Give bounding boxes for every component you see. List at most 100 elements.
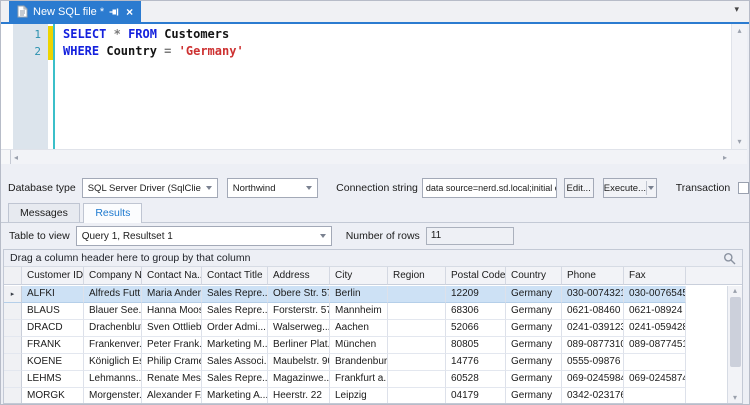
column-header-country[interactable]: Country — [506, 267, 562, 285]
selected-row-indicator[interactable]: ▸ — [4, 286, 22, 303]
group-by-band[interactable]: Drag a column header here to group by th… — [4, 250, 742, 267]
cell[interactable] — [388, 320, 446, 337]
transaction-checkbox[interactable] — [738, 182, 749, 194]
cell[interactable]: Peter Frank... — [142, 337, 202, 354]
cell[interactable]: 80805 — [446, 337, 506, 354]
cell[interactable]: 030-0074321 — [562, 286, 624, 303]
row-indicator[interactable] — [4, 337, 22, 354]
cell[interactable]: Sales Repre... — [202, 303, 268, 320]
scroll-down-icon[interactable]: ▾ — [733, 393, 737, 403]
cell[interactable]: 069-0245984 — [562, 371, 624, 388]
row-indicator[interactable] — [4, 371, 22, 388]
cell[interactable]: Germany — [506, 388, 562, 403]
cell[interactable]: Germany — [506, 371, 562, 388]
cell[interactable]: 60528 — [446, 371, 506, 388]
scroll-right-icon[interactable]: ▸ — [720, 153, 730, 162]
cell[interactable]: Walserweg... — [268, 320, 330, 337]
column-header-contact-title[interactable]: Contact Title — [202, 267, 268, 285]
code-line[interactable]: SELECT * FROM Customers — [63, 26, 725, 43]
column-header-region[interactable]: Region — [388, 267, 446, 285]
column-header-city[interactable]: City — [330, 267, 388, 285]
cell[interactable]: 0241-039123 — [562, 320, 624, 337]
database-name-combo[interactable]: Northwind — [226, 178, 319, 198]
cell[interactable]: Germany — [506, 320, 562, 337]
cell[interactable]: Morgenster... — [84, 388, 142, 403]
cell[interactable]: 089-0877310 — [562, 337, 624, 354]
database-driver-combo[interactable]: SQL Server Driver (SqlClient) — [81, 178, 218, 198]
cell[interactable]: Maubelstr. 90 — [268, 354, 330, 371]
cell[interactable]: Alexander F... — [142, 388, 202, 403]
cell[interactable]: Königlich Es... — [84, 354, 142, 371]
cell[interactable] — [388, 388, 446, 403]
column-header-customer-id[interactable]: Customer ID — [22, 267, 84, 285]
cell[interactable]: Renate Mes... — [142, 371, 202, 388]
cell[interactable]: Alfreds Futt... — [84, 286, 142, 303]
close-tab-icon[interactable]: × — [126, 6, 133, 18]
cell[interactable]: Frankenver... — [84, 337, 142, 354]
table-row[interactable]: FRANK Frankenver... Peter Frank... Marketin… — [4, 337, 727, 354]
cell[interactable]: Germany — [506, 303, 562, 320]
cell[interactable]: 0621-08460 — [562, 303, 624, 320]
cell[interactable]: Aachen — [330, 320, 388, 337]
scroll-down-icon[interactable]: ▾ — [737, 137, 741, 147]
cell[interactable]: Lehmanns... — [84, 371, 142, 388]
cell[interactable]: Sven Ottlieb — [142, 320, 202, 337]
scroll-up-icon[interactable]: ▴ — [737, 26, 741, 36]
cell[interactable]: MORGK — [22, 388, 84, 403]
table-row[interactable]: LEHMSLehmanns...Renate Mes...Sales Repre… — [4, 371, 727, 388]
column-header-contact-na[interactable]: Contact Na... — [142, 267, 202, 285]
cell[interactable]: Magazinwe... — [268, 371, 330, 388]
splitter-grip[interactable] — [1, 149, 11, 165]
cell[interactable]: 0342-023176 — [562, 388, 624, 403]
cell[interactable]: 089-0877451 — [624, 337, 686, 354]
cell[interactable]: ALFKI — [22, 286, 84, 303]
connection-string-input[interactable]: data source=nerd.sd.local;initial catal — [421, 178, 557, 198]
cell[interactable]: Germany — [506, 337, 562, 354]
scroll-up-icon[interactable]: ▴ — [733, 286, 737, 296]
edit-connection-button[interactable]: Edit... — [563, 178, 594, 198]
table-row[interactable]: KOENEKöniglich Es...Philip CramerSales A… — [4, 354, 727, 371]
cell[interactable]: Leipzig — [330, 388, 388, 403]
row-indicator[interactable] — [4, 303, 22, 320]
pin-icon[interactable] — [109, 7, 119, 17]
cell[interactable]: 069-0245874 — [624, 371, 686, 388]
cell[interactable]: Maria Anders — [142, 286, 202, 303]
cell[interactable]: Germany — [506, 286, 562, 303]
cell[interactable]: Forsterstr. 57 — [268, 303, 330, 320]
table-row[interactable]: DRACDDrachenblut...Sven OttliebOrder Adm… — [4, 320, 727, 337]
cell[interactable]: 12209 — [446, 286, 506, 303]
scroll-left-icon[interactable]: ◂ — [11, 153, 21, 162]
column-header-address[interactable]: Address — [268, 267, 330, 285]
execute-button[interactable]: Execute... — [602, 178, 657, 198]
cell[interactable] — [388, 337, 446, 354]
cell[interactable] — [388, 371, 446, 388]
cell[interactable]: Mannheim — [330, 303, 388, 320]
grid-vertical-scrollbar[interactable]: ▴ ▾ — [727, 286, 742, 403]
cell[interactable]: München — [330, 337, 388, 354]
cell[interactable]: FRANK — [22, 337, 84, 354]
cell[interactable]: Heerstr. 22 — [268, 388, 330, 403]
cell[interactable]: Sales Repre... — [202, 371, 268, 388]
cell[interactable]: Frankfurt a... — [330, 371, 388, 388]
cell[interactable]: KOENE — [22, 354, 84, 371]
table-row[interactable]: ▸ALFKIAlfreds Futt...Maria AndersSales R… — [4, 286, 727, 303]
search-icon[interactable] — [723, 252, 736, 270]
cell[interactable]: Marketing M... — [202, 337, 268, 354]
tab-results[interactable]: Results — [83, 203, 143, 223]
cell[interactable]: LEHMS — [22, 371, 84, 388]
sql-editor[interactable]: 12 SELECT * FROM Customers WHERE Country … — [1, 24, 747, 165]
cell[interactable]: 04179 — [446, 388, 506, 403]
cell[interactable]: Berliner Plat... — [268, 337, 330, 354]
cell[interactable]: DRACD — [22, 320, 84, 337]
cell[interactable]: Drachenblut... — [84, 320, 142, 337]
cell[interactable] — [624, 388, 686, 403]
scroll-thumb[interactable] — [729, 297, 741, 367]
execute-dropdown-icon[interactable] — [647, 186, 656, 190]
row-indicator[interactable] — [4, 388, 22, 403]
tab-messages[interactable]: Messages — [8, 203, 80, 222]
cell[interactable]: Berlin — [330, 286, 388, 303]
cell[interactable]: 030-0076545 — [624, 286, 686, 303]
column-header-fax[interactable]: Fax — [624, 267, 686, 285]
editor-results-splitter[interactable]: ▾ — [1, 164, 749, 179]
cell[interactable]: Philip Cramer — [142, 354, 202, 371]
